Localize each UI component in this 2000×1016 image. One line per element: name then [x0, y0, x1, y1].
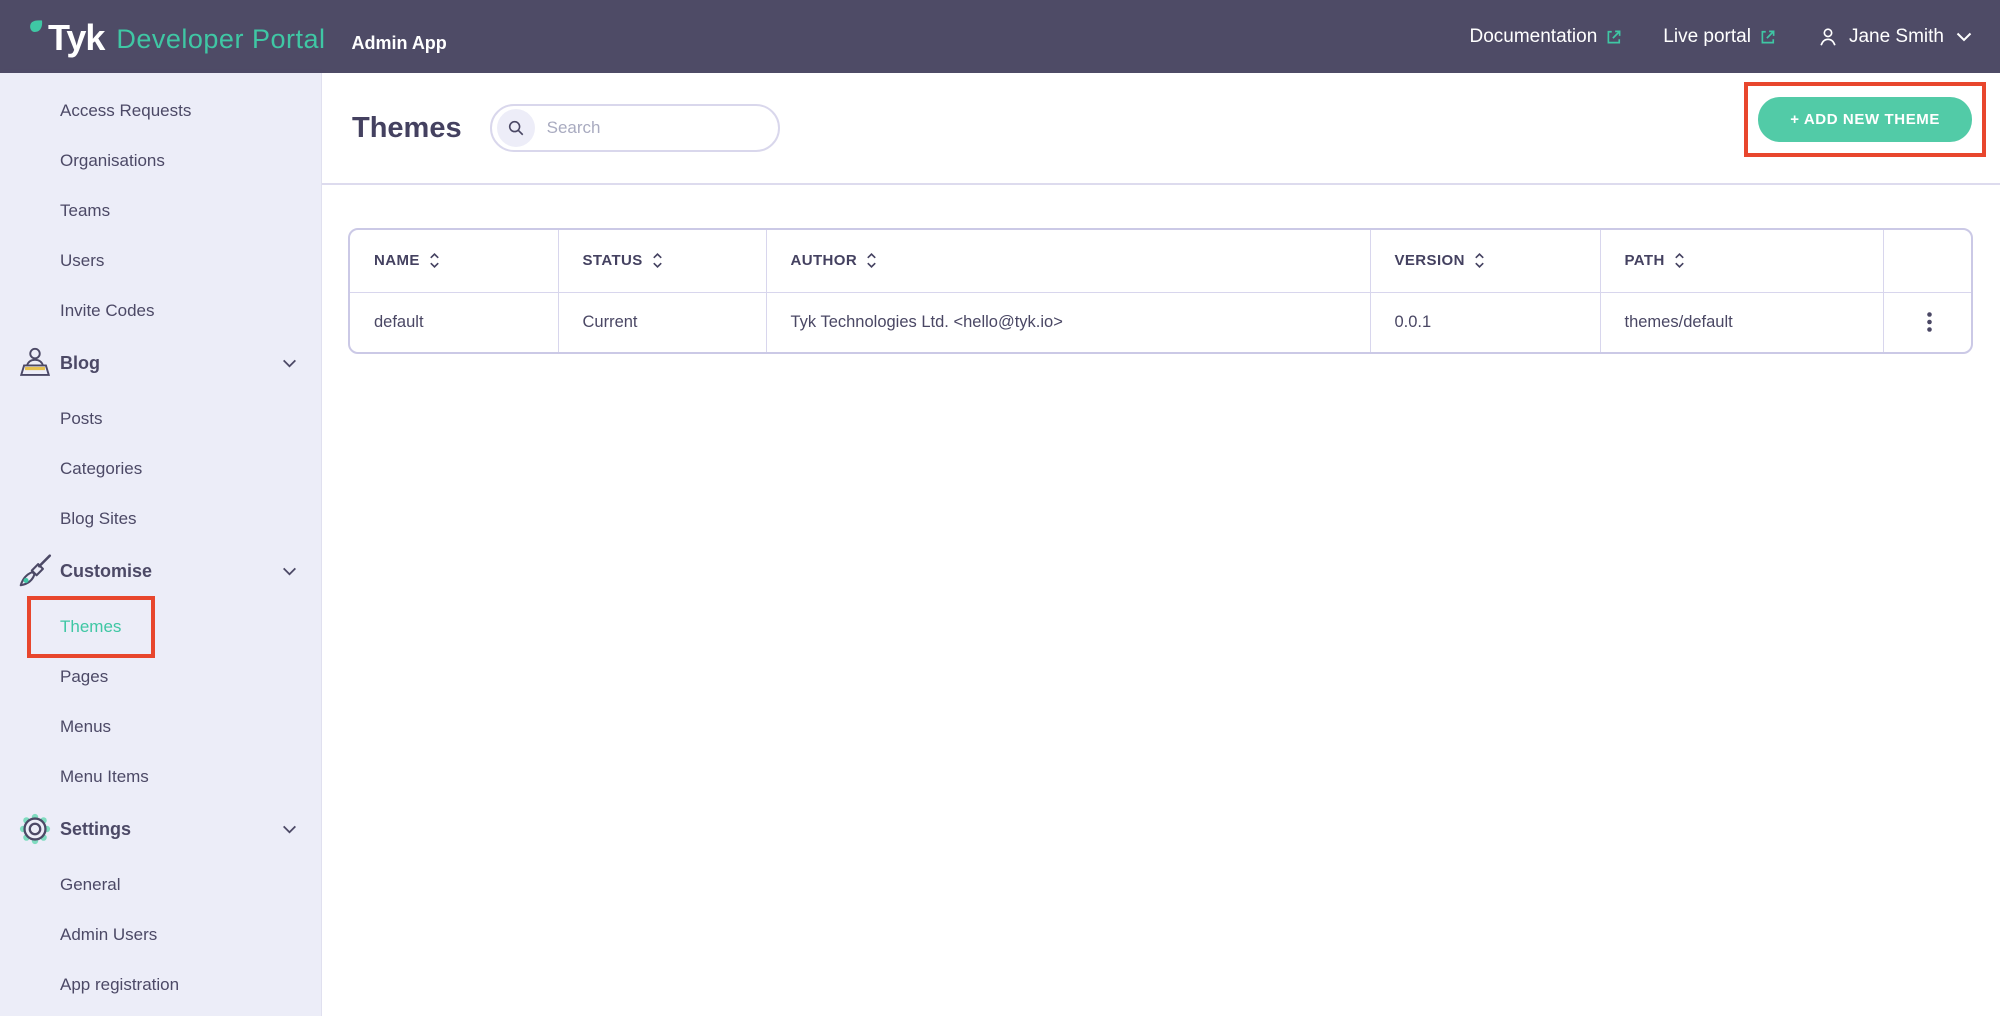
- column-header-label: AUTHOR: [791, 252, 858, 269]
- table-row[interactable]: default Current Tyk Technologies Ltd. <h…: [350, 292, 1973, 352]
- user-name: Jane Smith: [1849, 26, 1944, 48]
- sort-icon: [1474, 252, 1485, 269]
- sidebar-section-label: Customise: [60, 561, 152, 582]
- sidebar-nav: Access Requests Organisations Teams User…: [0, 73, 322, 1016]
- sidebar-item-label: General: [60, 875, 120, 895]
- sidebar-section-label: Blog: [60, 353, 100, 374]
- row-actions-menu-button[interactable]: [1917, 306, 1942, 338]
- sidebar-section-blog[interactable]: Blog: [0, 338, 321, 388]
- sidebar-item-posts[interactable]: Posts: [0, 394, 321, 444]
- sidebar-item-app-registration[interactable]: App registration: [0, 960, 321, 1010]
- sidebar-item-label: Teams: [60, 201, 110, 221]
- sort-icon: [866, 252, 877, 269]
- documentation-link-label: Documentation: [1469, 26, 1597, 48]
- sort-icon: [429, 252, 440, 269]
- gear-icon: [16, 810, 54, 848]
- sidebar-item-general[interactable]: General: [0, 860, 321, 910]
- tyk-leaf-icon: [28, 18, 45, 35]
- sidebar-item-menu-items[interactable]: Menu Items: [0, 752, 321, 802]
- app-label: Admin App: [351, 33, 446, 56]
- sidebar-item-themes[interactable]: Themes: [0, 602, 321, 652]
- themes-table-card: NAME STATUS AUTHOR VERSION: [348, 228, 1973, 354]
- sidebar-item-pages[interactable]: Pages: [0, 652, 321, 702]
- kebab-menu-icon: [1927, 312, 1932, 332]
- chevron-down-icon: [282, 825, 297, 834]
- cell-version: 0.0.1: [1370, 292, 1600, 352]
- sidebar-section-label: Settings: [60, 819, 131, 840]
- live-portal-link[interactable]: Live portal: [1663, 26, 1777, 48]
- column-header-status[interactable]: STATUS: [558, 230, 766, 292]
- sidebar-item-label: Invite Codes: [60, 301, 155, 321]
- chevron-down-icon: [1956, 32, 1972, 42]
- cell-actions: [1883, 292, 1973, 352]
- chevron-down-icon: [282, 567, 297, 576]
- logo-subtitle: Developer Portal: [116, 25, 325, 56]
- topbar-right: Documentation Live portal Jane Smith: [1469, 26, 1972, 48]
- search-icon: [497, 109, 535, 147]
- sidebar-list: Access Requests Organisations Teams User…: [0, 73, 321, 1010]
- sort-icon: [1674, 252, 1685, 269]
- column-header-version[interactable]: VERSION: [1370, 230, 1600, 292]
- sidebar-item-label: Themes: [60, 617, 121, 637]
- top-header: Tyk Developer Portal Admin App Documenta…: [0, 0, 2000, 73]
- sidebar-item-menus[interactable]: Menus: [0, 702, 321, 752]
- annotation-box-add-theme: + ADD NEW THEME: [1744, 82, 1986, 157]
- sidebar-section-settings[interactable]: Settings: [0, 804, 321, 854]
- user-menu[interactable]: Jane Smith: [1817, 26, 1972, 48]
- sidebar-item-label: Menus: [60, 717, 111, 737]
- blog-icon: [16, 344, 54, 382]
- main-content: Themes + ADD NEW THEME: [322, 73, 2000, 1016]
- user-icon: [1817, 26, 1839, 48]
- documentation-link[interactable]: Documentation: [1469, 26, 1623, 48]
- sidebar-item-label: Menu Items: [60, 767, 149, 787]
- paintbrush-icon: [16, 552, 54, 590]
- sidebar-item-users[interactable]: Users: [0, 236, 321, 286]
- page-header: Themes + ADD NEW THEME: [322, 73, 2000, 185]
- sidebar-item-label: Organisations: [60, 151, 165, 171]
- sort-icon: [652, 252, 663, 269]
- cell-status: Current: [558, 292, 766, 352]
- add-new-theme-button[interactable]: + ADD NEW THEME: [1758, 97, 1972, 142]
- sidebar-item-label: Access Requests: [60, 101, 191, 121]
- sidebar-item-access-requests[interactable]: Access Requests: [0, 86, 321, 136]
- brand-logo[interactable]: Tyk Developer Portal Admin App: [28, 18, 447, 56]
- external-link-icon: [1759, 28, 1777, 46]
- chevron-down-icon: [282, 359, 297, 368]
- sidebar-item-label: Blog Sites: [60, 509, 137, 529]
- page-title: Themes: [352, 112, 462, 145]
- sidebar-item-label: Admin Users: [60, 925, 157, 945]
- column-header-label: STATUS: [583, 252, 643, 269]
- column-header-label: NAME: [374, 252, 420, 269]
- sidebar-item-label: Posts: [60, 409, 103, 429]
- column-header-label: PATH: [1625, 252, 1665, 269]
- search-box: [490, 104, 780, 152]
- external-link-icon: [1605, 28, 1623, 46]
- cell-author: Tyk Technologies Ltd. <hello@tyk.io>: [766, 292, 1370, 352]
- sidebar-item-categories[interactable]: Categories: [0, 444, 321, 494]
- column-header-author[interactable]: AUTHOR: [766, 230, 1370, 292]
- cell-path: themes/default: [1600, 292, 1883, 352]
- tyk-developer-portal-admin: Tyk Developer Portal Admin App Documenta…: [0, 0, 2000, 1016]
- sidebar-item-label: Pages: [60, 667, 108, 687]
- logo-text: Tyk: [48, 20, 104, 56]
- sidebar-section-customise[interactable]: Customise: [0, 546, 321, 596]
- sidebar-item-label: App registration: [60, 975, 179, 995]
- cell-name: default: [350, 292, 558, 352]
- sidebar-item-label: Users: [60, 251, 104, 271]
- column-header-label: VERSION: [1395, 252, 1465, 269]
- column-header-actions: [1883, 230, 1973, 292]
- sidebar-item-admin-users[interactable]: Admin Users: [0, 910, 321, 960]
- sidebar-item-blog-sites[interactable]: Blog Sites: [0, 494, 321, 544]
- sidebar-item-label: Categories: [60, 459, 142, 479]
- themes-table: NAME STATUS AUTHOR VERSION: [350, 230, 1973, 352]
- column-header-path[interactable]: PATH: [1600, 230, 1883, 292]
- sidebar-item-teams[interactable]: Teams: [0, 186, 321, 236]
- sidebar-item-invite-codes[interactable]: Invite Codes: [0, 286, 321, 336]
- search-input[interactable]: [547, 118, 737, 138]
- sidebar-item-organisations[interactable]: Organisations: [0, 136, 321, 186]
- column-header-name[interactable]: NAME: [350, 230, 558, 292]
- live-portal-link-label: Live portal: [1663, 26, 1751, 48]
- table-header-row: NAME STATUS AUTHOR VERSION: [350, 230, 1973, 292]
